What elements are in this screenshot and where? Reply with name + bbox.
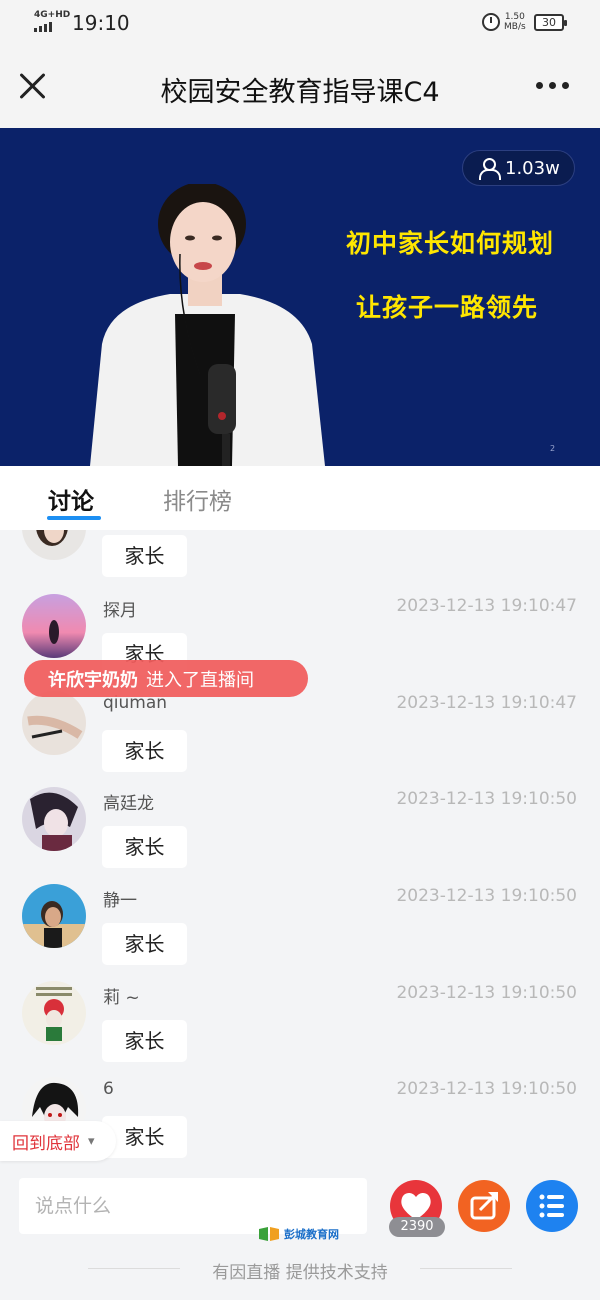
message-bubble: 家长	[102, 535, 187, 577]
avatar[interactable]	[22, 594, 86, 658]
battery-icon: 30	[534, 14, 567, 31]
username: 6	[103, 1079, 114, 1099]
username: 高廷龙	[103, 794, 154, 814]
message-list[interactable]: 家长 探月 2023-12-13 19:10:47 家长 qiuman 2023…	[0, 530, 600, 1170]
back-to-bottom-label: 回到底部	[12, 1133, 80, 1154]
back-to-bottom-button[interactable]: 回到底部 ▾	[0, 1121, 116, 1161]
list-item: qiuman 2023-12-13 19:10:47 家长	[0, 691, 600, 787]
menu-button[interactable]	[526, 1180, 578, 1232]
message-time: 2023-12-13 19:10:47	[396, 693, 577, 713]
double-chevron-down-icon: ▾	[88, 1133, 95, 1149]
watermark: 彭城教育网	[258, 1226, 339, 1242]
message-time: 2023-12-13 19:10:50	[396, 983, 577, 1003]
message-time: 2023-12-13 19:10:47	[396, 596, 577, 616]
bottom-bar: 2390 彭城教育网 有因直播 提供技术支持	[0, 1170, 600, 1300]
user-entered-toast: 许欣宇奶奶 进入了直播间	[24, 660, 308, 697]
presenter-image	[90, 184, 325, 466]
signal-icon	[34, 22, 52, 32]
share-button[interactable]	[458, 1180, 510, 1232]
list-item: 家长	[0, 530, 600, 592]
avatar[interactable]	[22, 691, 86, 755]
message-time: 2023-12-13 19:10:50	[396, 1079, 577, 1099]
book-icon	[259, 1227, 279, 1241]
live-video-player[interactable]: 1.03w 初中家长如何规划 让孩子一路领先 2	[0, 128, 600, 466]
slide-page-number: 2	[550, 444, 556, 453]
close-button[interactable]	[18, 71, 48, 101]
watermark-text: 彭城教育网	[284, 1228, 339, 1241]
toast-text: 进入了直播间	[146, 669, 254, 691]
avatar[interactable]	[22, 530, 86, 560]
active-tab-indicator	[47, 516, 101, 520]
network-speed: 1.50 MB/s	[504, 12, 526, 32]
message-bubble: 家长	[102, 1020, 187, 1062]
alarm-icon	[482, 13, 500, 31]
list-item: 高廷龙 2023-12-13 19:10:50 家长	[0, 787, 600, 883]
status-bar: 4G+HD 19:10 1.50 MB/s 30	[0, 0, 600, 46]
network-indicator: 4G+HD	[34, 10, 71, 20]
avatar[interactable]	[22, 884, 86, 948]
list-item: 莉 ~ 2023-12-13 19:10:50 家长	[0, 981, 600, 1077]
message-time: 2023-12-13 19:10:50	[396, 789, 577, 809]
list-icon	[539, 1194, 564, 1218]
more-menu-button[interactable]	[536, 82, 572, 92]
divider	[420, 1268, 512, 1269]
nav-bar: 校园安全教育指导课C4	[0, 46, 600, 128]
tab-discussion[interactable]: 讨论	[48, 482, 94, 516]
slide-title-line2: 让孩子一路领先	[356, 293, 539, 322]
message-bubble: 家长	[102, 730, 187, 772]
tab-ranking[interactable]: 排行榜	[163, 482, 232, 516]
page-title: 校园安全教育指导课C4	[160, 77, 440, 108]
clock: 19:10	[72, 11, 130, 35]
footer-credit: 有因直播 提供技术支持	[212, 1263, 388, 1283]
viewer-count: 1.03w	[505, 157, 560, 179]
username: 探月	[103, 601, 137, 621]
list-item: 静一 2023-12-13 19:10:50 家长	[0, 884, 600, 980]
viewer-count-badge: 1.03w	[462, 150, 575, 186]
message-bubble: 家长	[102, 826, 187, 868]
person-icon	[479, 158, 501, 180]
message-bubble: 家长	[102, 923, 187, 965]
slide-title-line1: 初中家长如何规划	[346, 229, 555, 258]
username: 莉 ~	[103, 988, 140, 1008]
username: 静一	[103, 891, 137, 911]
share-icon	[470, 1192, 498, 1220]
speed-unit: MB/s	[504, 22, 526, 32]
avatar[interactable]	[22, 787, 86, 851]
tab-bar: 讨论 排行榜	[0, 466, 600, 530]
like-count: 2390	[389, 1217, 445, 1237]
speed-value: 1.50	[504, 12, 525, 22]
avatar[interactable]	[22, 981, 86, 1045]
toast-username: 许欣宇奶奶	[48, 669, 138, 691]
message-time: 2023-12-13 19:10:50	[396, 886, 577, 906]
